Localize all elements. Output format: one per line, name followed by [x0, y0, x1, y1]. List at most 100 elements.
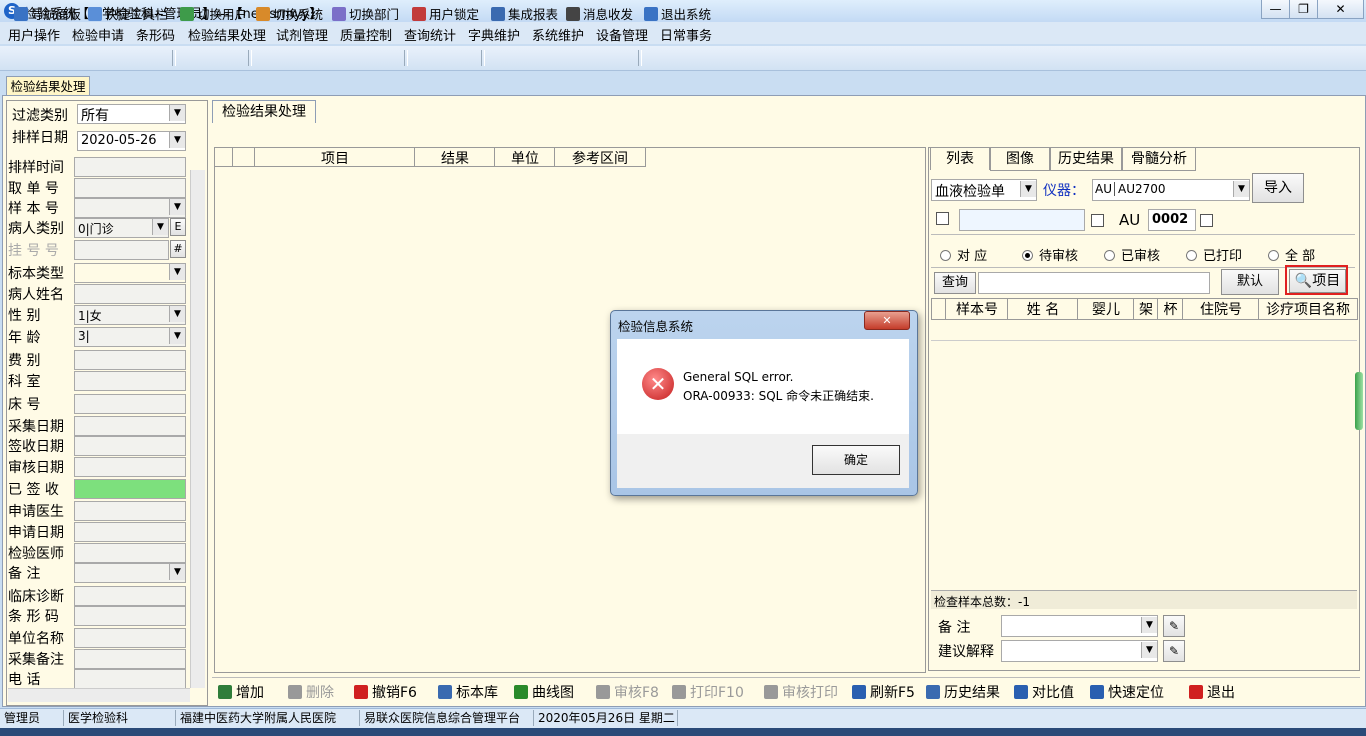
bottom-button-12[interactable]: 退出: [1189, 682, 1235, 702]
field-13[interactable]: [74, 436, 186, 456]
left-horizontal-scrollbar[interactable]: [8, 688, 190, 702]
field-23[interactable]: [74, 649, 186, 669]
field-11[interactable]: [74, 394, 186, 414]
chevron-down-icon[interactable]: ▼: [169, 264, 185, 280]
chevron-down-icon[interactable]: ▼: [1141, 617, 1157, 633]
toolbar-item-0[interactable]: 导航面板: [14, 4, 81, 23]
sheet-combo[interactable]: 血液检验单 ▼: [931, 179, 1037, 201]
radio-dot-3[interactable]: [1186, 250, 1197, 261]
ok-button[interactable]: 确定: [812, 445, 900, 475]
field-10[interactable]: [74, 371, 186, 391]
bottom-button-6[interactable]: 打印F10: [672, 682, 744, 702]
chevron-down-icon[interactable]: ▼: [169, 199, 185, 215]
tab-right-2[interactable]: 历史结果: [1050, 147, 1122, 171]
query-input[interactable]: [978, 272, 1210, 294]
radio-4[interactable]: 全 部: [1268, 245, 1315, 264]
bottom-button-3[interactable]: 标本库: [438, 682, 498, 702]
radio-dot-0[interactable]: [940, 250, 951, 261]
item-button[interactable]: 🔍项目: [1289, 269, 1346, 293]
radio-dot-4[interactable]: [1268, 250, 1279, 261]
field-19[interactable]: ▼: [74, 563, 186, 583]
bottom-button-1[interactable]: 删除: [288, 682, 334, 702]
bottom-button-9[interactable]: 历史结果: [926, 682, 1000, 702]
filter-checkbox-2[interactable]: [1091, 214, 1104, 227]
dialog-close-button[interactable]: ✕: [864, 311, 910, 330]
menu-item-7[interactable]: 字典维护: [468, 25, 520, 44]
menu-item-3[interactable]: 检验结果处理: [188, 25, 266, 44]
date-picker[interactable]: 2020-05-26 ▼: [77, 131, 186, 151]
filter-checkbox-3[interactable]: [1200, 214, 1213, 227]
tab-right-1[interactable]: 图像: [990, 147, 1050, 171]
chevron-down-icon[interactable]: ▼: [1233, 181, 1249, 197]
menu-item-2[interactable]: 条形码: [136, 25, 175, 44]
field-2[interactable]: ▼: [74, 198, 186, 218]
toolbar-item-4[interactable]: 切换部门: [332, 4, 399, 23]
close-button[interactable]: ✕: [1317, 0, 1364, 19]
menu-item-1[interactable]: 检验申请: [72, 25, 124, 44]
result-column-0[interactable]: 项目: [254, 147, 416, 167]
chevron-down-icon[interactable]: ▼: [169, 132, 185, 148]
bottom-button-10[interactable]: 对比值: [1014, 682, 1074, 702]
tab-result-processing[interactable]: 检验结果处理: [6, 76, 90, 96]
field-18[interactable]: [74, 543, 186, 563]
advice-edit-icon[interactable]: ✎: [1163, 640, 1185, 662]
field-16[interactable]: [74, 501, 186, 521]
left-vertical-scrollbar[interactable]: [190, 170, 205, 688]
menu-item-10[interactable]: 日常事务: [660, 25, 712, 44]
field-5[interactable]: ▼: [74, 263, 186, 283]
menu-item-8[interactable]: 系统维护: [532, 25, 584, 44]
sample-column-4[interactable]: 杯: [1157, 298, 1184, 320]
sample-column-5[interactable]: 住院号: [1182, 298, 1260, 320]
hash-button[interactable]: #: [170, 240, 186, 258]
chevron-down-icon[interactable]: ▼: [152, 219, 168, 235]
minimize-button[interactable]: —: [1261, 0, 1290, 19]
au-number-input[interactable]: 0002: [1148, 209, 1196, 231]
field-15[interactable]: [74, 479, 186, 499]
bottom-button-4[interactable]: 曲线图: [514, 682, 574, 702]
field-20[interactable]: [74, 586, 186, 606]
bottom-button-0[interactable]: 增加: [218, 682, 264, 702]
field-3[interactable]: 0|门诊 ▼: [74, 218, 169, 238]
field-12[interactable]: [74, 416, 186, 436]
field-14[interactable]: [74, 457, 186, 477]
filter-combo[interactable]: 所有 ▼: [77, 104, 186, 124]
chevron-down-icon[interactable]: ▼: [169, 306, 185, 322]
maximize-button[interactable]: ❐: [1289, 0, 1318, 19]
chevron-down-icon[interactable]: ▼: [1141, 642, 1157, 658]
field-24[interactable]: [74, 669, 186, 689]
tab-center-result[interactable]: 检验结果处理: [212, 100, 316, 123]
result-column-2[interactable]: 单位: [494, 147, 556, 167]
chevron-down-icon[interactable]: ▼: [169, 328, 185, 344]
bottom-button-8[interactable]: 刷新F5: [852, 682, 915, 702]
radio-2[interactable]: 已审核: [1104, 245, 1160, 264]
e-button[interactable]: E: [170, 218, 186, 236]
field-21[interactable]: [74, 606, 186, 626]
menu-item-0[interactable]: 用户操作: [8, 25, 60, 44]
tab-right-3[interactable]: 骨髓分析: [1122, 147, 1196, 171]
instrument-combo[interactable]: AU AU2700 ▼: [1092, 179, 1250, 201]
radio-dot-2[interactable]: [1104, 250, 1115, 261]
field-8[interactable]: 3| ▼: [74, 327, 186, 347]
menu-item-6[interactable]: 查询统计: [404, 25, 456, 44]
toolbar-item-8[interactable]: 退出系统: [644, 4, 711, 23]
field-6[interactable]: [74, 284, 186, 304]
field-1[interactable]: [74, 178, 186, 198]
field-22[interactable]: [74, 628, 186, 648]
menu-item-4[interactable]: 试剂管理: [276, 25, 328, 44]
sample-column-3[interactable]: 架: [1133, 298, 1159, 320]
field-7[interactable]: 1|女 ▼: [74, 305, 186, 325]
menu-item-9[interactable]: 设备管理: [596, 25, 648, 44]
toolbar-item-6[interactable]: 集成报表: [491, 4, 558, 23]
field-4[interactable]: [74, 240, 169, 260]
sample-column-6[interactable]: 诊疗项目名称: [1258, 298, 1358, 320]
result-column-1[interactable]: 结果: [414, 147, 496, 167]
query-button[interactable]: 查询: [934, 272, 976, 294]
default-button[interactable]: 默认: [1221, 269, 1279, 295]
sample-column-2[interactable]: 婴儿: [1077, 298, 1135, 320]
advice-combo[interactable]: ▼: [1001, 640, 1158, 662]
toolbar-item-5[interactable]: 用户锁定: [412, 4, 479, 23]
field-9[interactable]: [74, 350, 186, 370]
field-17[interactable]: [74, 522, 186, 542]
toolbar-item-3[interactable]: 切换系统: [256, 4, 323, 23]
bottom-button-2[interactable]: 撤销F6: [354, 682, 417, 702]
